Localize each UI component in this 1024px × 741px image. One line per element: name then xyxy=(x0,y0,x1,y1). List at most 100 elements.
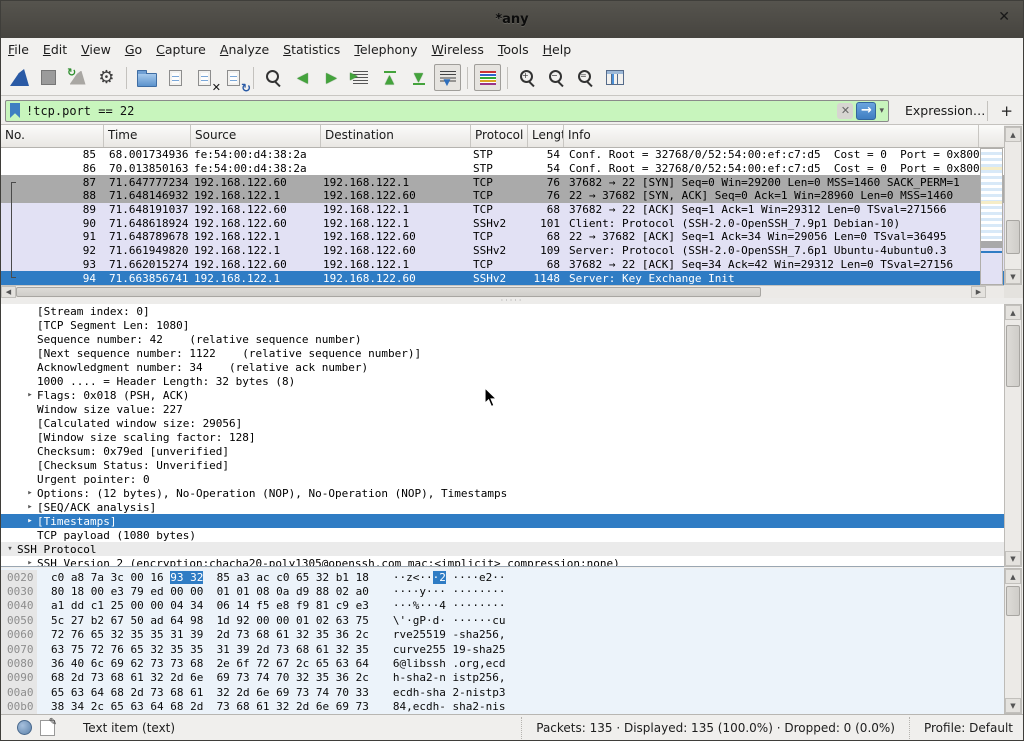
scroll-up-icon[interactable]: ▲ xyxy=(1005,305,1021,320)
packet-row[interactable]: 9171.648789678192.168.122.1192.168.122.6… xyxy=(1,230,1004,244)
hex-ascii[interactable]: rve25519 -sha256, xyxy=(393,628,506,641)
status-profile[interactable]: Profile: Default xyxy=(909,717,1023,739)
hex-bytes[interactable]: 80 18 00 e3 79 ed 00 00 01 01 08 0a d9 8… xyxy=(51,585,369,598)
hex-bytes[interactable]: a1 dd c1 25 00 00 04 34 06 14 f5 e8 f9 8… xyxy=(51,599,369,612)
capture-comment-icon[interactable]: ✎ xyxy=(40,720,55,736)
detail-row[interactable]: ▸SSH Version 2 (encryption:chacha20-poly… xyxy=(1,556,1004,567)
column-header-length[interactable]: Length xyxy=(528,125,564,147)
hex-bytes[interactable]: 72 76 65 32 35 35 31 39 2d 73 68 61 32 3… xyxy=(51,628,369,641)
filter-value[interactable]: !tcp.port == 22 xyxy=(26,104,837,118)
menu-statistics[interactable]: Statistics xyxy=(276,40,347,59)
scroll-left-icon[interactable]: ◀ xyxy=(1,286,16,298)
scroll-right-icon[interactable]: ▶ xyxy=(971,286,986,298)
hex-bytes[interactable]: 5c 27 b2 67 50 ad 64 98 1d 92 00 00 01 0… xyxy=(51,614,369,627)
detail-row[interactable]: Sequence number: 42 (relative sequence n… xyxy=(1,332,1004,346)
hex-ascii[interactable]: curve255 19-sha25 xyxy=(393,643,506,656)
start-capture-button[interactable] xyxy=(6,64,33,91)
hex-bytes[interactable]: 36 40 6c 69 62 73 73 68 2e 6f 72 67 2c 6… xyxy=(51,657,369,670)
column-header-info[interactable]: Info xyxy=(564,125,979,147)
scroll-up-icon[interactable]: ▲ xyxy=(1005,569,1021,584)
add-filter-button[interactable]: + xyxy=(987,101,1013,121)
reload-file-button[interactable]: ↻ xyxy=(220,64,247,91)
hex-row[interactable]: 0040a1 dd c1 25 00 00 04 34 06 14 f5 e8 … xyxy=(1,599,1004,613)
hex-ascii[interactable]: 6@libssh .org,ecd xyxy=(393,657,506,670)
menu-analyze[interactable]: Analyze xyxy=(213,40,276,59)
expand-icon[interactable]: ▸ xyxy=(23,488,37,498)
capture-options-button[interactable]: ⚙ xyxy=(93,64,120,91)
restart-capture-button[interactable]: ↻ xyxy=(64,64,91,91)
packet-row[interactable]: 9071.648618924192.168.122.60192.168.122.… xyxy=(1,216,1004,230)
save-file-button[interactable] xyxy=(162,64,189,91)
bookmark-icon[interactable] xyxy=(10,103,20,118)
scrollbar-thumb[interactable] xyxy=(1006,220,1020,254)
column-header-destination[interactable]: Destination xyxy=(321,125,471,147)
menu-go[interactable]: Go xyxy=(118,40,149,59)
expert-info-icon[interactable] xyxy=(17,720,32,735)
go-forward-button[interactable]: ▶ xyxy=(318,64,345,91)
menu-wireless[interactable]: Wireless xyxy=(425,40,491,59)
hex-row[interactable]: 003080 18 00 e3 79 ed 00 00 01 01 08 0a … xyxy=(1,584,1004,598)
detail-row[interactable]: 1000 .... = Header Length: 32 bytes (8) xyxy=(1,374,1004,388)
open-file-button[interactable] xyxy=(133,64,160,91)
filter-input[interactable]: !tcp.port == 22 ✕ → ▾ xyxy=(5,100,889,122)
expand-icon[interactable]: ▸ xyxy=(23,502,37,512)
go-bottom-button[interactable]: ▼ xyxy=(405,64,432,91)
detail-row[interactable]: Acknowledgment number: 34 (relative ack … xyxy=(1,360,1004,374)
hex-row[interactable]: 007063 75 72 76 65 32 35 35 31 39 2d 73 … xyxy=(1,642,1004,656)
detail-row[interactable]: ▾SSH Protocol xyxy=(1,542,1004,556)
packet-row[interactable]: 8670.013850163fe:54:00:d4:38:2aSTP54Conf… xyxy=(1,162,1004,176)
scroll-down-icon[interactable]: ▼ xyxy=(1005,698,1021,713)
menu-telephony[interactable]: Telephony xyxy=(347,40,424,59)
packet-list-minimap[interactable] xyxy=(980,148,1003,285)
detail-row[interactable]: ▸Options: (12 bytes), No-Operation (NOP)… xyxy=(1,486,1004,500)
packet-row[interactable]: 8771.647777234192.168.122.60192.168.122.… xyxy=(1,175,1004,189)
go-back-button[interactable]: ◀ xyxy=(289,64,316,91)
hex-row[interactable]: 00b038 34 2c 65 63 64 68 2d 73 68 61 32 … xyxy=(1,700,1004,714)
detail-row[interactable]: [Next sequence number: 1122 (relative se… xyxy=(1,346,1004,360)
hex-bytes[interactable]: 68 2d 73 68 61 32 2d 6e 69 73 74 70 32 3… xyxy=(51,671,369,684)
hscrollbar-thumb[interactable] xyxy=(16,287,761,297)
detail-row[interactable]: [Stream index: 0] xyxy=(1,304,1004,318)
column-header-time[interactable]: Time xyxy=(104,125,191,147)
zoom-in-button[interactable]: + xyxy=(514,64,541,91)
detail-row[interactable]: ▸[SEQ/ACK analysis] xyxy=(1,500,1004,514)
collapse-icon[interactable]: ▾ xyxy=(3,544,17,554)
scroll-down-icon[interactable]: ▼ xyxy=(1005,269,1021,284)
menu-edit[interactable]: Edit xyxy=(36,40,74,59)
hex-ascii[interactable]: 84,ecdh- sha2-nis xyxy=(393,700,506,713)
hex-ascii[interactable]: ····y··· ········ xyxy=(393,585,506,598)
go-top-button[interactable]: ▲ xyxy=(376,64,403,91)
detail-row[interactable]: [Window size scaling factor: 128] xyxy=(1,430,1004,444)
hex-row[interactable]: 009068 2d 73 68 61 32 2d 6e 69 73 74 70 … xyxy=(1,671,1004,685)
menu-view[interactable]: View xyxy=(74,40,118,59)
detail-row[interactable]: [TCP Segment Len: 1080] xyxy=(1,318,1004,332)
apply-filter-button[interactable]: → xyxy=(856,102,876,120)
hex-row[interactable]: 006072 76 65 32 35 35 31 39 2d 73 68 61 … xyxy=(1,628,1004,642)
hex-row[interactable]: 008036 40 6c 69 62 73 73 68 2e 6f 72 67 … xyxy=(1,656,1004,670)
expand-icon[interactable]: ▸ xyxy=(23,390,37,400)
menu-file[interactable]: File xyxy=(1,40,36,59)
hex-bytes[interactable]: 65 63 64 68 2d 73 68 61 32 2d 6e 69 73 7… xyxy=(51,686,369,699)
go-to-packet-button[interactable]: ▶ xyxy=(347,64,374,91)
detail-row[interactable]: ▸Flags: 0x018 (PSH, ACK) xyxy=(1,388,1004,402)
detail-row[interactable]: [Calculated window size: 29056] xyxy=(1,416,1004,430)
column-header-no[interactable]: No. xyxy=(1,125,104,147)
details-scrollbar[interactable]: ▲ ▼ xyxy=(1004,304,1022,567)
detail-row[interactable]: [Checksum Status: Unverified] xyxy=(1,458,1004,472)
close-file-button[interactable]: ✕ xyxy=(191,64,218,91)
find-packet-button[interactable] xyxy=(260,64,287,91)
packet-row[interactable]: 8871.648146932192.168.122.1192.168.122.6… xyxy=(1,189,1004,203)
expression-button[interactable]: Expression… xyxy=(905,103,985,118)
menu-tools[interactable]: Tools xyxy=(491,40,536,59)
hex-row[interactable]: 00505c 27 b2 67 50 ad 64 98 1d 92 00 00 … xyxy=(1,613,1004,627)
zoom-out-button[interactable]: − xyxy=(543,64,570,91)
colorize-button[interactable] xyxy=(474,64,501,91)
zoom-reset-button[interactable]: = xyxy=(572,64,599,91)
detail-row[interactable]: ▸[Timestamps] xyxy=(1,514,1004,528)
scrollbar-thumb[interactable] xyxy=(1006,586,1020,616)
scroll-up-icon[interactable]: ▲ xyxy=(1005,127,1021,142)
hex-row[interactable]: 0020c0 a8 7a 3c 00 16 93 32 85 a3 ac c0 … xyxy=(1,570,1004,584)
column-header-source[interactable]: Source xyxy=(191,125,321,147)
clear-filter-icon[interactable]: ✕ xyxy=(837,103,853,119)
menu-help[interactable]: Help xyxy=(536,40,579,59)
